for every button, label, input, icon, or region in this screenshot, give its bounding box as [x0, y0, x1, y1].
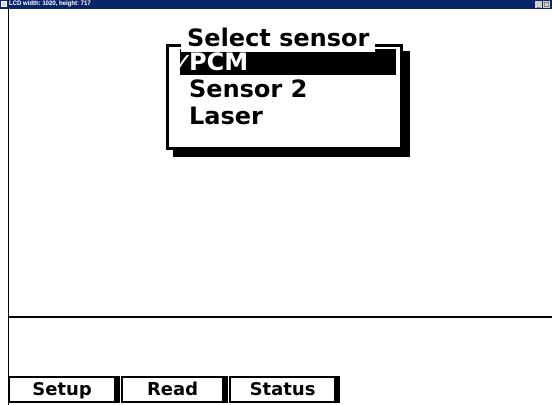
screen-left-border: [8, 9, 9, 405]
dialog-title: Select sensor: [181, 24, 376, 52]
softkey-status[interactable]: Status: [229, 376, 340, 403]
lcd-screen: Select sensor ✓ PCM Sensor 2 Laser Setup…: [0, 9, 552, 405]
softkey-setup[interactable]: Setup: [8, 376, 120, 403]
status-divider: [8, 316, 552, 318]
window-controls: _ □: [535, 1, 550, 8]
window-title: LCD width: 1020, height: 717: [9, 1, 91, 7]
softkey-read[interactable]: Read: [121, 376, 228, 403]
menu-item-label: Laser: [189, 102, 263, 130]
menu-item-label: Sensor 2: [189, 75, 308, 103]
minimize-button[interactable]: _: [535, 1, 542, 8]
menu-item-label: PCM: [189, 48, 249, 76]
maximize-button[interactable]: □: [543, 1, 550, 8]
menu-item-laser[interactable]: Laser: [180, 103, 396, 129]
app-icon: [1, 1, 7, 7]
title-bar: LCD width: 1020, height: 717 _ □: [0, 0, 552, 9]
menu-item-sensor-2[interactable]: Sensor 2: [180, 76, 396, 102]
menu-item-pcm[interactable]: ✓ PCM: [173, 48, 396, 76]
